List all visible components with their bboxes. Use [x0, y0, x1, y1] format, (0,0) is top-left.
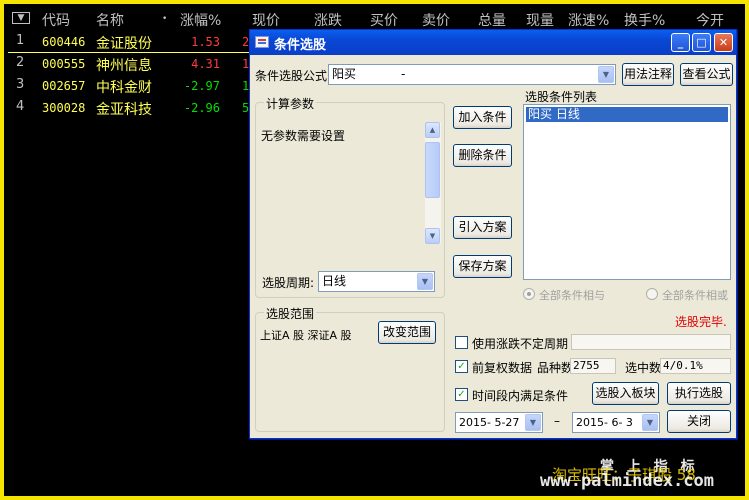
- formula-suffix: -: [401, 67, 406, 81]
- col-turnover[interactable]: 换手%: [624, 10, 665, 30]
- col-dot: •: [162, 14, 168, 24]
- save-scheme-button[interactable]: 保存方案: [453, 255, 512, 278]
- change-pct: 1.53: [191, 35, 220, 49]
- date-dash: –: [554, 414, 560, 428]
- minimize-button[interactable]: _: [671, 33, 690, 52]
- row-index: 2: [16, 55, 25, 70]
- stock-name: 金证股份: [96, 36, 152, 52]
- add-condition-button[interactable]: 加入条件: [453, 106, 512, 129]
- list-item[interactable]: 阳买 日线: [526, 107, 728, 122]
- triangle-down-icon[interactable]: ▼: [12, 12, 30, 24]
- params-text: 无参数需要设置: [261, 129, 346, 143]
- radio-or[interactable]: [646, 288, 658, 300]
- col-ask[interactable]: 卖价: [422, 10, 450, 30]
- col-name[interactable]: 名称: [96, 10, 124, 30]
- col-price[interactable]: 现价: [252, 10, 280, 30]
- radio-and-label: 全部条件相与: [539, 289, 605, 302]
- range-group-title: 选股范围: [264, 305, 317, 322]
- range-group: 选股范围 上证A 股 深证A 股 改变范围: [255, 305, 445, 432]
- col-current-volume[interactable]: 现量: [526, 10, 554, 30]
- col-change[interactable]: 涨跌: [314, 10, 342, 30]
- unfixed-period-label: 使用涨跌不定周期: [472, 337, 569, 351]
- period-label: 选股周期:: [262, 276, 315, 290]
- condition-list[interactable]: 阳买 日线: [523, 104, 731, 280]
- timerange-label: 时间段内满足条件: [472, 389, 569, 403]
- maximize-button[interactable]: □: [692, 33, 711, 52]
- table-row[interactable]: 4 300028 金亚科技 -2.96 5: [8, 97, 268, 119]
- col-volume[interactable]: 总量: [478, 10, 506, 30]
- stock-code: 300028: [42, 101, 86, 115]
- restore-data-label: 前复权数据: [472, 361, 533, 375]
- stock-name: 金亚科技: [96, 102, 152, 118]
- watermark-url: www.palmindex.com: [540, 471, 714, 491]
- params-group: 计算参数 无参数需要设置 ▲ ▼ 选股周期: 日线 ▼: [255, 95, 445, 298]
- execute-button[interactable]: 执行选股: [667, 382, 731, 405]
- formula-value: 阳买: [332, 67, 357, 81]
- col-open[interactable]: 今开: [696, 10, 724, 30]
- change-range-button[interactable]: 改变范围: [378, 321, 436, 344]
- restore-data-checkbox[interactable]: ✓: [455, 360, 468, 373]
- stock-screener-dialog: 条件选股 _ □ ✕ 条件选股公式 阳买 - ▼ 用法注释 查看公式 计算参数 …: [249, 29, 737, 439]
- col-change-pct[interactable]: 涨幅%: [180, 10, 221, 30]
- chevron-down-icon[interactable]: ▼: [525, 414, 541, 431]
- col-code[interactable]: 代码: [42, 10, 70, 30]
- status-text: 选股完毕.: [675, 315, 727, 329]
- chevron-down-icon[interactable]: ▼: [417, 273, 433, 290]
- date-from-picker[interactable]: 2015- 5-27 ▼: [455, 412, 543, 433]
- count-label: 品种数: [537, 361, 574, 375]
- app-icon: [255, 36, 269, 48]
- stock-code: 000555: [42, 57, 86, 71]
- scroll-down-icon[interactable]: ▼: [425, 228, 440, 244]
- row-index: 4: [16, 99, 25, 114]
- col-speed[interactable]: 涨速%: [568, 10, 609, 30]
- change-pct: -2.97: [183, 79, 220, 93]
- dialog-titlebar[interactable]: 条件选股 _ □ ✕: [250, 30, 736, 55]
- period-value: 日线: [322, 274, 347, 288]
- chevron-down-icon[interactable]: ▼: [598, 66, 614, 83]
- change-pct: 4.31: [191, 57, 220, 71]
- stock-name: 中科金财: [96, 80, 152, 96]
- close-button[interactable]: 关闭: [667, 410, 731, 433]
- add-to-block-button[interactable]: 选股入板块: [592, 382, 659, 405]
- table-row[interactable]: 1 600446 金证股份 1.53 24: [8, 31, 268, 53]
- stock-code: 002657: [42, 79, 86, 93]
- date-to-picker[interactable]: 2015- 6- 3 ▼: [572, 412, 660, 433]
- delete-condition-button[interactable]: 删除条件: [453, 144, 512, 167]
- row-index: 1: [16, 33, 25, 48]
- range-text: 上证A 股 深证A 股: [260, 329, 352, 342]
- dialog-title: 条件选股: [274, 38, 327, 53]
- selected-value: 4/0.1%: [660, 358, 731, 374]
- close-icon[interactable]: ✕: [714, 33, 733, 52]
- change-pct: -2.96: [183, 101, 220, 115]
- table-row[interactable]: 2 000555 神州信息 4.31 10: [8, 53, 268, 75]
- import-scheme-button[interactable]: 引入方案: [453, 216, 512, 239]
- unfixed-period-checkbox[interactable]: [455, 336, 468, 349]
- timerange-checkbox[interactable]: ✓: [455, 388, 468, 401]
- chevron-down-icon[interactable]: ▼: [642, 414, 658, 431]
- scroll-up-icon[interactable]: ▲: [425, 122, 440, 138]
- stock-code: 600446: [42, 35, 86, 49]
- usage-button[interactable]: 用法注释: [622, 63, 674, 86]
- period-select[interactable]: 日线 ▼: [318, 271, 435, 292]
- period-range-field[interactable]: [571, 334, 731, 350]
- col-bid[interactable]: 买价: [370, 10, 398, 30]
- date-from-value: 2015- 5-27: [459, 416, 520, 429]
- view-formula-button[interactable]: 查看公式: [680, 63, 733, 86]
- condition-list-label: 选股条件列表: [525, 90, 598, 104]
- stock-table-header: ▼ 代码 名称 • 涨幅% 现价 涨跌 买价 卖价 总量 现量 涨速% 换手% …: [8, 8, 741, 30]
- params-group-title: 计算参数: [264, 95, 317, 112]
- selected-label: 选中数: [625, 361, 662, 375]
- stock-name: 神州信息: [96, 58, 152, 74]
- table-row[interactable]: 3 002657 中科金财 -2.97 16: [8, 75, 268, 97]
- row-index: 3: [16, 77, 25, 92]
- formula-select[interactable]: 阳买 - ▼: [328, 64, 616, 85]
- radio-or-label: 全部条件相或: [662, 289, 728, 302]
- count-value: 2755: [570, 358, 616, 374]
- scroll-thumb[interactable]: [425, 142, 440, 198]
- params-scrollbar[interactable]: ▲ ▼: [425, 122, 441, 244]
- formula-label: 条件选股公式: [255, 69, 328, 83]
- radio-and[interactable]: [523, 288, 535, 300]
- date-to-value: 2015- 6- 3: [576, 416, 633, 429]
